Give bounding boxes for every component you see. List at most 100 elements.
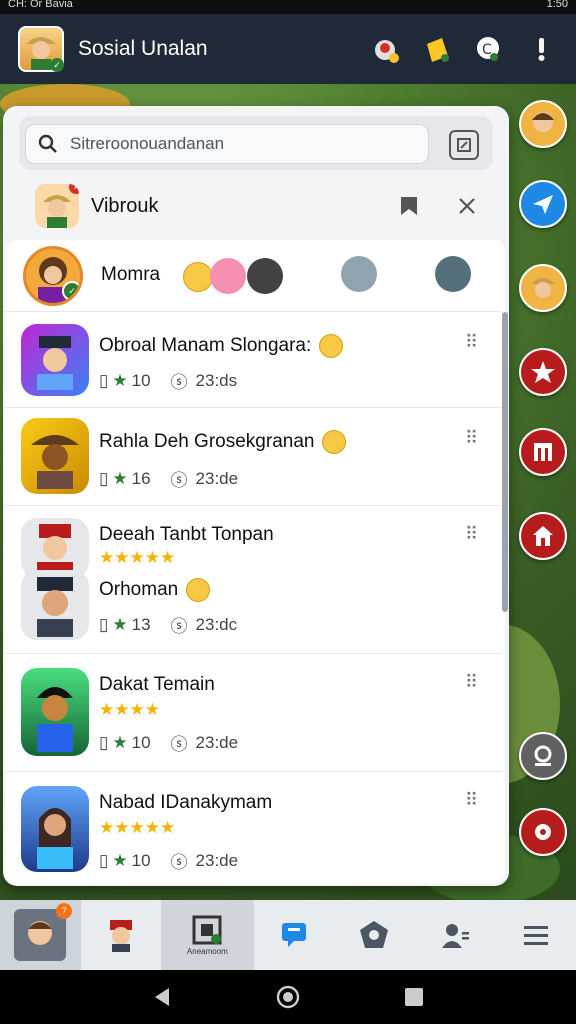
nav-qr[interactable]: Aneamoom bbox=[161, 900, 254, 970]
friend-meta: ▯ ★ 10 ⓢ 23:de bbox=[99, 848, 238, 873]
search-bar: Sitreroonouandanan bbox=[19, 116, 493, 170]
emoji-icon bbox=[319, 334, 344, 358]
friend-name: Rahla Deh Grosekgranan bbox=[99, 430, 347, 454]
avatar bbox=[21, 518, 89, 578]
app-title: Sosial Unalan bbox=[78, 37, 208, 60]
location-icon[interactable] bbox=[519, 732, 567, 780]
nav-chat[interactable] bbox=[254, 900, 335, 970]
friend-meta: ▯ ★ 16 ⓢ 23:de bbox=[99, 466, 238, 491]
list-item[interactable]: Nabad IDanakymam ★★★★★ ▯ ★ 10 ⓢ 23:de ⠿ bbox=[5, 772, 501, 884]
panel-title: Vibrouk bbox=[91, 194, 159, 217]
profile-avatar[interactable]: ✓ bbox=[18, 26, 64, 72]
online-badge-icon: ✓ bbox=[50, 58, 64, 72]
time-value: 23:de bbox=[195, 850, 239, 870]
filter-icon bbox=[457, 138, 471, 152]
group-avatar: × bbox=[35, 184, 79, 228]
back-icon[interactable] bbox=[151, 986, 173, 1008]
send-icon[interactable] bbox=[519, 180, 567, 228]
search-icon bbox=[38, 134, 57, 153]
notification-count: 7 bbox=[56, 903, 73, 919]
friend-meta: ▯ ★ 13 ⓢ 23:dc bbox=[99, 612, 237, 637]
friend-meta: ▯ ★ 10 ⓢ 23:de bbox=[99, 730, 238, 755]
shop-icon[interactable] bbox=[519, 428, 567, 476]
friend-name: Nabad IDanakymam bbox=[99, 792, 273, 813]
clock-icon: ⓢ bbox=[170, 853, 188, 872]
more-options-icon[interactable]: ⠿ bbox=[465, 672, 479, 693]
mini-avatar bbox=[435, 256, 471, 292]
settings-gear-icon[interactable] bbox=[519, 808, 567, 856]
nav-caption: Aneamoom bbox=[186, 946, 228, 956]
recents-icon[interactable] bbox=[403, 986, 425, 1008]
rating-stars: ★★★★★ bbox=[99, 818, 176, 837]
mini-avatar bbox=[247, 258, 283, 294]
phone-icon: ▯ bbox=[99, 468, 109, 488]
nav-contacts[interactable] bbox=[415, 900, 496, 970]
phone-icon: ▯ bbox=[99, 614, 109, 634]
nav-clan[interactable] bbox=[334, 900, 415, 970]
more-options-icon[interactable]: ⠿ bbox=[465, 428, 479, 449]
mini-avatar bbox=[210, 258, 246, 294]
chat-icon bbox=[281, 923, 306, 947]
system-nav-bar bbox=[0, 970, 576, 1024]
level-value: 16 bbox=[131, 468, 151, 488]
more-options-icon[interactable]: ⠿ bbox=[465, 790, 479, 811]
list-item[interactable]: Rahla Deh Grosekgranan ▯ ★ 16 ⓢ 23:de ⠿ bbox=[5, 408, 501, 506]
app-bar: ✓ Sosial Unalan C bbox=[0, 14, 576, 84]
close-icon[interactable] bbox=[457, 196, 477, 216]
gift-icon[interactable] bbox=[368, 32, 402, 66]
chat-bubble-icon[interactable]: C bbox=[472, 32, 506, 66]
bottom-nav: 7 Aneamoom bbox=[0, 900, 576, 970]
level-star-icon: ★ bbox=[112, 468, 128, 488]
phone-icon: ▯ bbox=[99, 850, 109, 870]
scrollbar[interactable] bbox=[502, 312, 508, 612]
avatar bbox=[21, 324, 89, 396]
friend-name: Deeah Tanbt Tonpan bbox=[99, 524, 274, 545]
friend-name: Obroal Manam Slongara: bbox=[99, 334, 344, 358]
avatar: ✓ bbox=[23, 246, 83, 306]
home-circle-icon[interactable] bbox=[275, 984, 301, 1010]
friend-name: Momra bbox=[101, 264, 161, 285]
mini-avatar bbox=[341, 256, 377, 292]
friend-avatar-icon[interactable] bbox=[519, 100, 567, 148]
avatar bbox=[21, 668, 89, 756]
list-item[interactable]: ✓ Momra bbox=[5, 240, 501, 312]
home-icon[interactable] bbox=[519, 512, 567, 560]
clock-icon: ⓢ bbox=[170, 617, 188, 636]
list-item[interactable]: Obroal Manam Slongara: ▯ ★ 10 ⓢ 23:ds ⠿ bbox=[5, 312, 501, 408]
avatar: 7 bbox=[14, 903, 73, 961]
nav-menu[interactable] bbox=[495, 900, 576, 970]
clock-icon: ⓢ bbox=[170, 373, 188, 392]
bookmark-icon[interactable] bbox=[397, 194, 421, 218]
search-input[interactable]: Sitreroonouandanan bbox=[25, 124, 429, 164]
status-left-text: CH: Or Bavia bbox=[8, 0, 73, 10]
level-value: 10 bbox=[131, 850, 151, 870]
more-options-icon[interactable]: ⠿ bbox=[465, 332, 479, 353]
time-value: 23:de bbox=[195, 468, 239, 488]
level-value: 10 bbox=[131, 732, 151, 752]
rating-stars: ★★★★★ bbox=[99, 548, 176, 567]
emoji-icon bbox=[183, 262, 213, 292]
qr-icon bbox=[192, 915, 222, 944]
panel-header: × Vibrouk bbox=[3, 176, 509, 236]
friend-name: Dakat Temain bbox=[99, 674, 215, 695]
social-panel: Sitreroonouandanan × Vibrouk ✓ Momra Obr… bbox=[3, 106, 509, 886]
filter-button[interactable] bbox=[449, 130, 479, 160]
list-item[interactable]: Deeah Tanbt Tonpan ★★★★★ Orhoman ▯ ★ 13 ⓢ 23… bbox=[5, 506, 501, 654]
list-item[interactable]: Dakat Temain ★★★★ ▯ ★ 10 ⓢ 23:de ⠿ bbox=[5, 654, 501, 772]
menu-icon bbox=[523, 926, 548, 945]
phone-icon: ▯ bbox=[99, 370, 109, 390]
friend-meta: ▯ ★ 10 ⓢ 23:ds bbox=[99, 368, 237, 393]
right-action-column bbox=[506, 84, 576, 900]
contacts-icon bbox=[442, 924, 470, 948]
nav-friend[interactable] bbox=[81, 900, 162, 970]
alert-icon[interactable] bbox=[524, 32, 558, 66]
more-options-icon[interactable]: ⠿ bbox=[465, 524, 479, 545]
favorite-star-icon[interactable] bbox=[519, 348, 567, 396]
bag-icon[interactable] bbox=[420, 32, 454, 66]
time-value: 23:de bbox=[195, 732, 239, 752]
character-icon[interactable] bbox=[519, 264, 567, 312]
level-value: 10 bbox=[131, 370, 151, 390]
nav-profile[interactable]: 7 bbox=[0, 900, 81, 970]
time-value: 23:dc bbox=[195, 614, 238, 634]
search-placeholder: Sitreroonouandanan bbox=[70, 134, 225, 153]
